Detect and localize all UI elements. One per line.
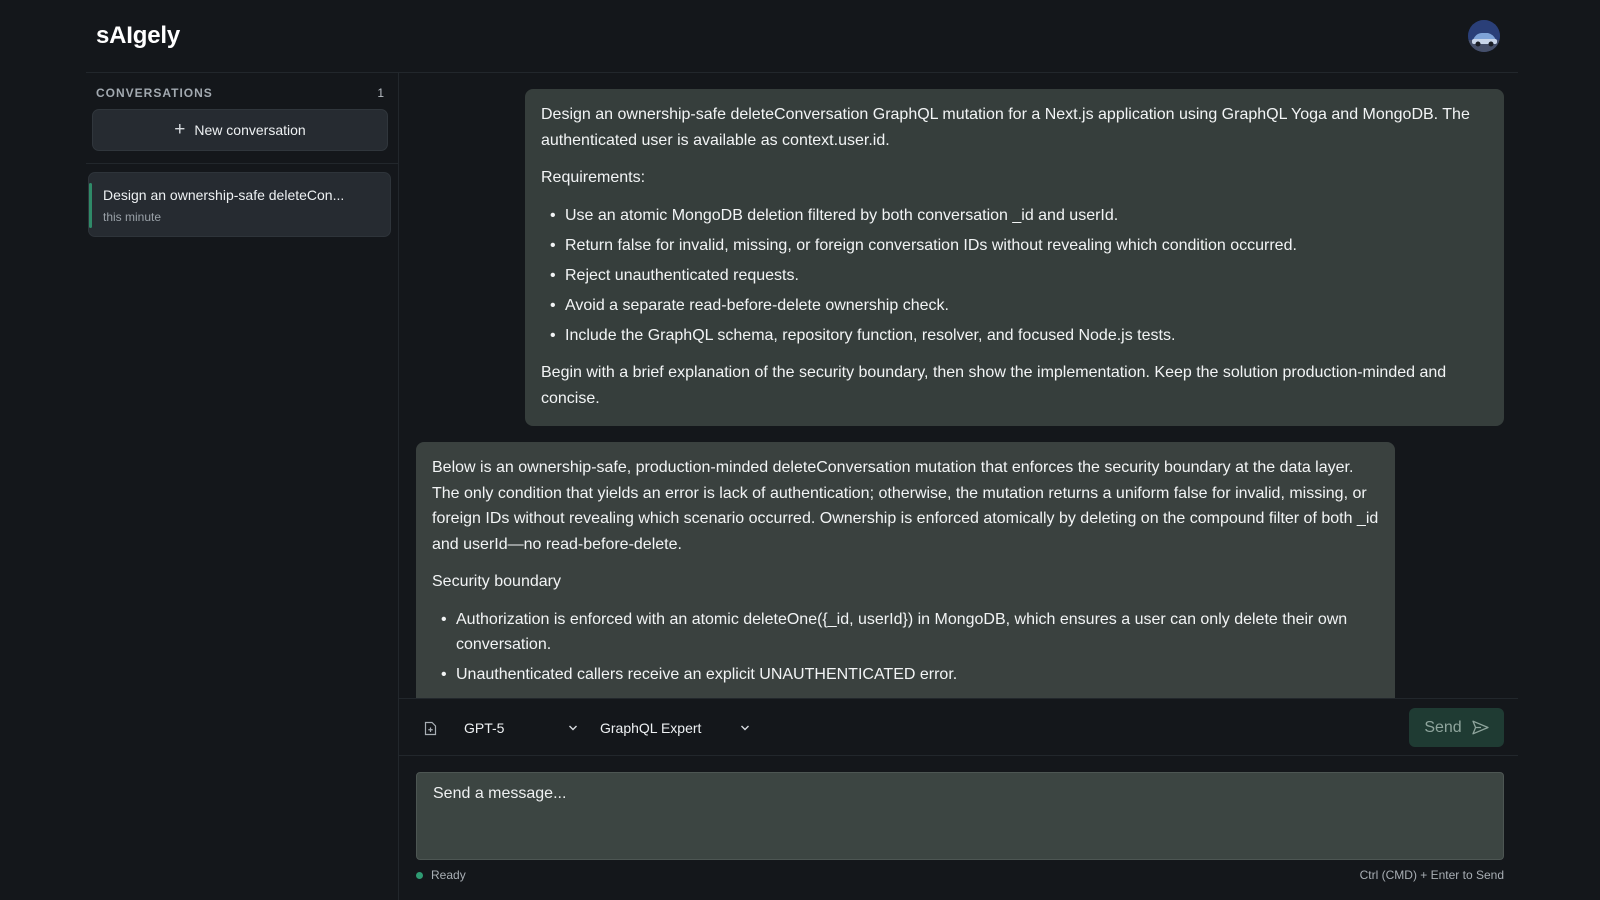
- new-conversation-button[interactable]: + New conversation: [92, 109, 388, 151]
- conversation-title: Design an ownership-safe deleteCon...: [103, 187, 345, 203]
- user-message-intro: Design an ownership-safe deleteConversat…: [541, 106, 1470, 149]
- conversations-header: CONVERSATIONS 1: [96, 86, 384, 102]
- message-composer: [416, 772, 1504, 860]
- avatar-car-icon: [1468, 20, 1500, 52]
- status-dot-icon: [416, 871, 423, 879]
- sidebar: CONVERSATIONS 1 + New conversation Desig…: [86, 73, 399, 900]
- app-root: sAIgely CONVERSATIONS 1 + New conversati…: [0, 0, 1600, 900]
- send-button-label: Send: [1424, 718, 1462, 736]
- chevron-down-icon: [741, 725, 749, 731]
- list-item: Use an atomic MongoDB deletion filtered …: [541, 203, 1488, 229]
- user-avatar[interactable]: [1468, 20, 1500, 52]
- conversations-count: 1: [377, 86, 384, 100]
- send-icon: [1472, 720, 1489, 735]
- user-requirements-list: Use an atomic MongoDB deletion filtered …: [541, 203, 1488, 349]
- conversation-item[interactable]: Design an ownership-safe deleteCon... th…: [88, 172, 391, 237]
- chevron-down-icon: [569, 725, 577, 731]
- list-item: Unauthenticated callers receive an expli…: [432, 662, 1379, 688]
- user-requirements-heading: Requirements:: [541, 169, 646, 186]
- user-message-closing: Begin with a brief explanation of the se…: [541, 364, 1447, 407]
- message-input[interactable]: [433, 785, 1487, 847]
- chat-thread[interactable]: Design an ownership-safe deleteConversat…: [416, 73, 1504, 698]
- persona-select[interactable]: GraphQL Expert: [600, 715, 750, 741]
- keyboard-hint: Ctrl (CMD) + Enter to Send: [1359, 868, 1504, 882]
- user-message: Design an ownership-safe deleteConversat…: [525, 89, 1504, 426]
- conversations-heading: CONVERSATIONS: [96, 86, 213, 100]
- persona-select-value: GraphQL Expert: [600, 720, 702, 736]
- send-button[interactable]: Send: [1409, 708, 1504, 747]
- assistant-message-intro: Below is an ownership-safe, production-m…: [432, 459, 1379, 553]
- assistant-section-heading: Security boundary: [432, 573, 561, 590]
- list-item: Include the GraphQL schema, repository f…: [541, 323, 1488, 349]
- list-item: Authorization is enforced with an atomic…: [432, 607, 1379, 658]
- attach-file-icon[interactable]: [424, 721, 437, 736]
- model-select[interactable]: GPT-5: [464, 715, 578, 741]
- list-item: Reject unauthenticated requests.: [541, 263, 1488, 289]
- active-indicator: [89, 183, 92, 228]
- assistant-bullet-list: Authorization is enforced with an atomic…: [432, 607, 1379, 688]
- top-header: sAIgely: [86, 0, 1518, 73]
- assistant-message: Below is an ownership-safe, production-m…: [416, 442, 1395, 698]
- conversation-time: this minute: [103, 210, 162, 224]
- brand-logo[interactable]: sAIgely: [96, 22, 180, 50]
- status-indicator: Ready: [416, 868, 466, 882]
- list-item: Avoid a separate read-before-delete owne…: [541, 293, 1488, 319]
- sidebar-divider: [86, 163, 398, 164]
- status-text: Ready: [431, 868, 466, 882]
- plus-icon: +: [174, 118, 186, 140]
- list-item: Return false for invalid, missing, or fo…: [541, 233, 1488, 259]
- composer-toolbar: GPT-5 GraphQL Expert Send: [399, 698, 1518, 756]
- new-conversation-label: New conversation: [194, 122, 306, 138]
- model-select-value: GPT-5: [464, 720, 505, 736]
